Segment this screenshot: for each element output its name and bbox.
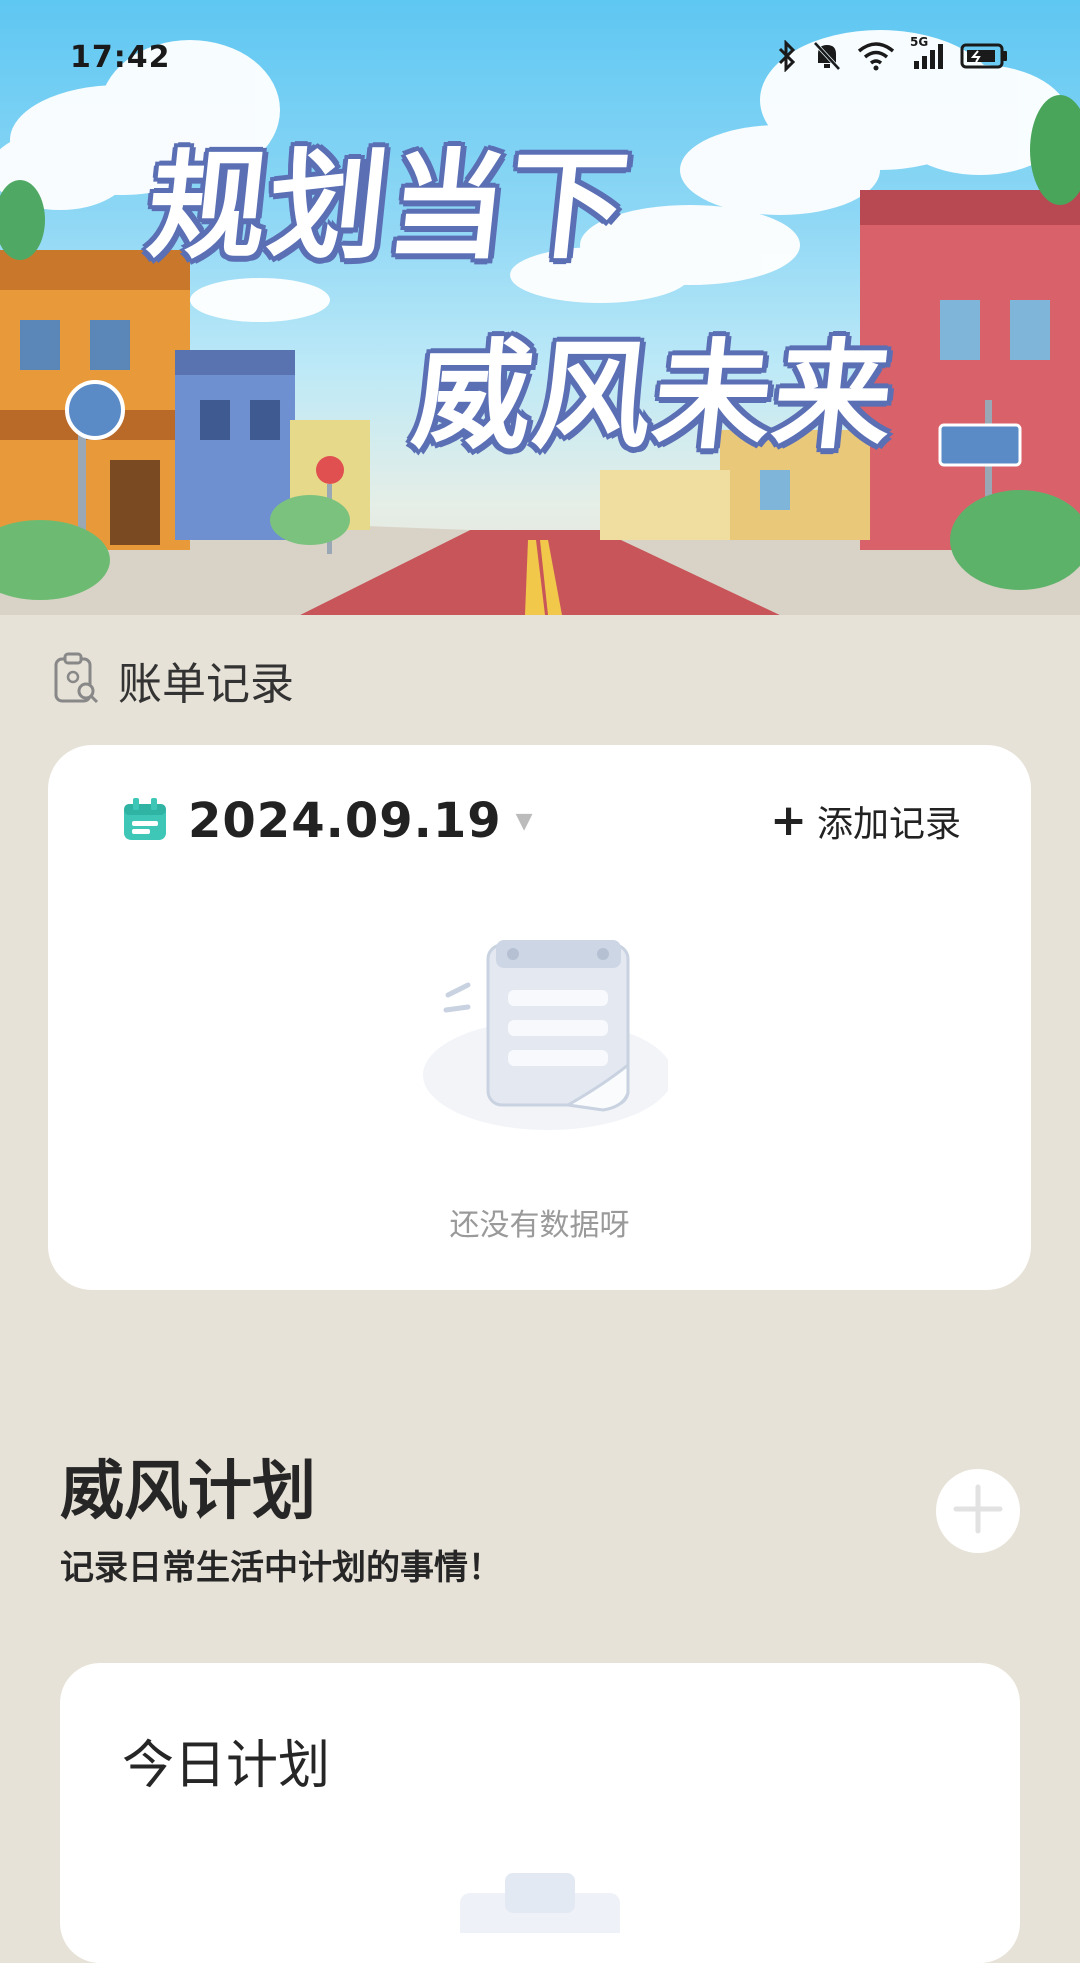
- today-plan-card: 今日计划: [60, 1663, 1020, 1963]
- status-bar: 17:42 5G: [0, 0, 1080, 120]
- bill-section-title: 账单记录: [118, 659, 294, 710]
- status-icons: 5G: [776, 35, 1010, 76]
- mute-bell-icon: [812, 40, 842, 76]
- wifi-icon: [856, 41, 896, 75]
- plus-icon: +: [770, 795, 807, 846]
- plan-section-title: 威风计划: [60, 1455, 316, 1529]
- date-selector[interactable]: 2024.09.19 ▼: [120, 793, 533, 849]
- calendar-icon: [120, 794, 170, 848]
- network-type-label: 5G: [910, 35, 929, 49]
- today-plan-title: 今日计划: [122, 1736, 331, 1796]
- selected-date: 2024.09.19: [188, 793, 502, 849]
- banner-slogan-line1: 规划当下: [141, 137, 637, 275]
- bill-clipboard-icon: [52, 651, 100, 709]
- cellular-signal-icon: 5G: [910, 35, 946, 75]
- empty-state-text: 还没有数据呀: [449, 1208, 630, 1243]
- bluetooth-icon: [776, 39, 798, 76]
- bill-card: 2024.09.19 ▼ + 添加记录 还没有数据呀: [48, 745, 1031, 1290]
- plan-section-subtitle: 记录日常生活中计划的事情！: [60, 1548, 502, 1588]
- status-time: 17:42: [70, 40, 171, 75]
- battery-icon: [960, 42, 1010, 74]
- circle-plus-icon: [950, 1481, 1006, 1541]
- empty-plan-illustration: [450, 1873, 630, 1953]
- bill-section-header: 账单记录: [52, 648, 294, 712]
- empty-document-icon: [418, 915, 673, 1159]
- add-record-button[interactable]: + 添加记录: [770, 795, 961, 847]
- banner-slogan-line2: 威风未来: [406, 327, 902, 465]
- header-banner: 17:42 5G 规划当下 威风未来: [0, 0, 1080, 615]
- caret-down-icon: ▼: [515, 808, 533, 834]
- add-record-label: 添加记录: [816, 804, 961, 845]
- add-plan-button[interactable]: [936, 1469, 1020, 1553]
